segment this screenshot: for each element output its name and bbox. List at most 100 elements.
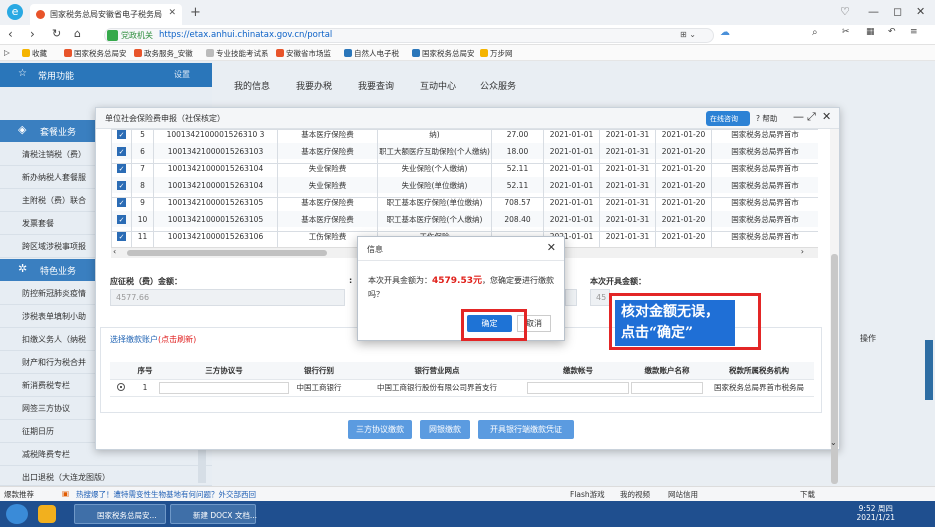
browser-tab-bar: e 国家税务总局安徽省电子税务局 ✕ + ♡ — ◻ ✕ <box>0 0 935 25</box>
refresh-link[interactable]: (点击刷新) <box>158 335 196 344</box>
sidebar-settings-link[interactable]: 设置 <box>174 69 190 80</box>
col-header: 银行行别 <box>290 362 348 380</box>
news-ticker[interactable]: 热搜爆了！遭特需变性生物基地有何问题？外交部西回 <box>76 489 256 500</box>
cell-item: 纳) <box>377 129 492 143</box>
downloads[interactable]: 下载 <box>800 489 815 500</box>
payment-row[interactable]: 1 中国工商银行 中国工商银行股份有限公司界首支行 国家税务总局界首市税务局 <box>110 379 814 397</box>
start-icon[interactable] <box>6 504 28 524</box>
online-bank-pay-button[interactable]: 网银缴款 <box>420 420 470 439</box>
bookmark-item[interactable]: 专业技能考试系 <box>206 48 269 59</box>
bookmark-item[interactable]: 自然人电子税 <box>344 48 399 59</box>
address-bar-row: ‹ › ↻ ⌂ 党政机关 https://etax.anhui.chinatax… <box>0 25 935 45</box>
cell-end: 2021-01-31 <box>599 227 656 245</box>
back-icon[interactable]: ‹ <box>8 27 13 41</box>
row-checkbox[interactable]: ✓ <box>117 163 126 173</box>
cell-type: 基本医疗保险费 <box>277 142 378 160</box>
close-tab-icon[interactable]: ✕ <box>168 8 176 18</box>
sidebar-item-label: 新办纳税人套餐服 <box>22 173 86 182</box>
nav-do-tax[interactable]: 我要办税 <box>296 79 332 92</box>
taskbar-browser-item[interactable]: 国家税务总局安... <box>74 504 166 524</box>
bookmark-item[interactable]: 国家税务总局安 <box>412 48 475 59</box>
flash-games[interactable]: Flash游戏 <box>570 489 605 500</box>
message-title: 信息 <box>367 245 383 254</box>
undo-icon[interactable]: ↶ <box>888 27 896 37</box>
menu-icon[interactable]: ≡ <box>910 27 918 37</box>
row-checkbox[interactable]: ✓ <box>117 197 126 207</box>
account-radio[interactable] <box>117 382 125 391</box>
col-header: 税款所属税务机构 <box>704 362 814 380</box>
scroll-down-icon[interactable]: ⌄ <box>830 438 837 447</box>
hot-recommend[interactable]: 爆款推荐 <box>4 489 34 500</box>
browser-tab[interactable]: 国家税务总局安徽省电子税务局 ✕ <box>30 4 182 25</box>
cut-icon[interactable]: ✂ <box>842 27 850 37</box>
sidebar-item[interactable]: 出口退税（大连龙图版） <box>0 466 212 486</box>
page-scrollbar-thumb[interactable] <box>925 340 933 400</box>
tab-title: 国家税务总局安徽省电子税务局 <box>50 10 162 19</box>
row-checkbox[interactable]: ✓ <box>117 129 126 139</box>
third-party-pay-button[interactable]: 三方协议缴款 <box>348 420 412 439</box>
row-checkbox[interactable]: ✓ <box>117 146 126 156</box>
minimize-icon[interactable]: — <box>868 5 879 18</box>
close-window-icon[interactable]: ✕ <box>916 5 925 18</box>
nav-public-service[interactable]: 公众服务 <box>480 79 516 92</box>
new-tab-icon[interactable]: + <box>190 5 201 20</box>
gear-icon: ✲ <box>18 262 28 275</box>
nav-my-info[interactable]: 我的信息 <box>234 79 270 92</box>
apps-icon[interactable]: ▦ <box>866 27 875 37</box>
grid-scroll-thumb[interactable] <box>127 250 327 256</box>
skin-icon[interactable]: ♡ <box>840 5 850 18</box>
masked-agreement-no <box>159 381 289 394</box>
site-credit[interactable]: 网站信用 <box>668 489 698 500</box>
help-button[interactable]: ? 帮助 <box>756 113 777 124</box>
bookmark-item[interactable]: 安徽省市场监 <box>276 48 331 59</box>
clock-date: 2021/1/21 <box>856 513 895 522</box>
clock-time: 9:52 周四 <box>858 504 893 513</box>
my-videos[interactable]: 我的视频 <box>620 489 650 500</box>
dialog-vertical-scrollbar[interactable]: ⌄ <box>830 129 839 484</box>
insurance-row[interactable]: ✓ 6 10013421000015263103 基本医疗保险费 职工大额医疗互助保险(… <box>111 142 818 160</box>
insurance-row[interactable]: ✓ 8 10013421000015263104 失业保险费 失业保险(单位缴纳) 52.… <box>111 176 818 194</box>
url-input[interactable]: 党政机关 https://etax.anhui.chinatax.gov.cn/… <box>104 28 714 43</box>
insurance-row[interactable]: ✓ 7 10013421000015263104 失业保险费 失业保险(个人缴纳) 52.… <box>111 159 818 177</box>
bookmark-item[interactable]: 收藏 <box>22 48 47 59</box>
ok-button-highlight <box>461 309 527 341</box>
bookmark-item[interactable]: 国家税务总局安 <box>64 48 127 59</box>
message-close-icon[interactable]: ✕ <box>547 241 556 254</box>
search-icon[interactable]: ⌕ <box>812 27 818 38</box>
nav-query[interactable]: 我要查询 <box>358 79 394 92</box>
cell-start: 2021-01-01 <box>543 129 600 143</box>
forward-icon[interactable]: › <box>30 27 35 41</box>
cell-start: 2021-01-01 <box>543 159 600 177</box>
dialog-minimize-icon[interactable]: — <box>793 110 804 123</box>
row-checkbox[interactable]: ✓ <box>117 180 126 190</box>
online-consult-button[interactable]: 在线咨询 <box>706 111 750 126</box>
qq-icon[interactable] <box>38 505 56 523</box>
bookmark-item[interactable]: 万步网 <box>480 48 513 59</box>
scroll-left-icon[interactable]: ‹ <box>113 247 116 256</box>
cell-id: 1001342100001526310 3 <box>153 129 278 143</box>
url-dropdown-icon[interactable]: ⊞ ⌄ <box>680 30 696 39</box>
bank-voucher-button[interactable]: 开具银行端缴款凭证 <box>478 420 574 439</box>
dialog-scroll-thumb[interactable] <box>831 254 838 484</box>
insurance-row[interactable]: ✓ 5 1001342100001526310 3 基本医疗保险费 纳) 27.00 202… <box>111 129 818 143</box>
cell-amt: 52.11 <box>491 176 544 194</box>
insurance-row[interactable]: ✓ 10 10013421000015263105 基本医疗保险费 职工基本医疗保险(个… <box>111 210 818 228</box>
dialog-maximize-icon[interactable]: ⤢ <box>807 110 816 124</box>
cell-item: 职工基本医疗保险(单位缴纳) <box>377 193 492 211</box>
row-checkbox[interactable]: ✓ <box>117 214 126 224</box>
sidebar-item-label: 主附税（费）联合 <box>22 196 86 205</box>
cell-end: 2021-01-31 <box>599 193 656 211</box>
maximize-icon[interactable]: ◻ <box>893 5 902 18</box>
sidebar-item-label: 新消费税专栏 <box>22 381 70 390</box>
insurance-row[interactable]: ✓ 9 10013421000015263105 基本医疗保险费 职工基本医疗保险(单位… <box>111 193 818 211</box>
bookmark-toggle-icon[interactable]: ▷ <box>4 48 10 57</box>
reload-icon[interactable]: ↻ <box>52 27 61 40</box>
home-icon[interactable]: ⌂ <box>74 27 81 40</box>
nav-interaction[interactable]: 互动中心 <box>420 79 456 92</box>
bookmark-item[interactable]: 政务服务_安徽 <box>134 48 193 59</box>
row-checkbox[interactable]: ✓ <box>117 231 126 241</box>
weather-icon[interactable]: ☁ <box>720 27 730 38</box>
scroll-right-icon[interactable]: › <box>801 247 804 256</box>
taskbar-doc-item[interactable]: 新建 DOCX 文档... <box>170 504 257 524</box>
dialog-close-icon[interactable]: ✕ <box>822 110 831 123</box>
